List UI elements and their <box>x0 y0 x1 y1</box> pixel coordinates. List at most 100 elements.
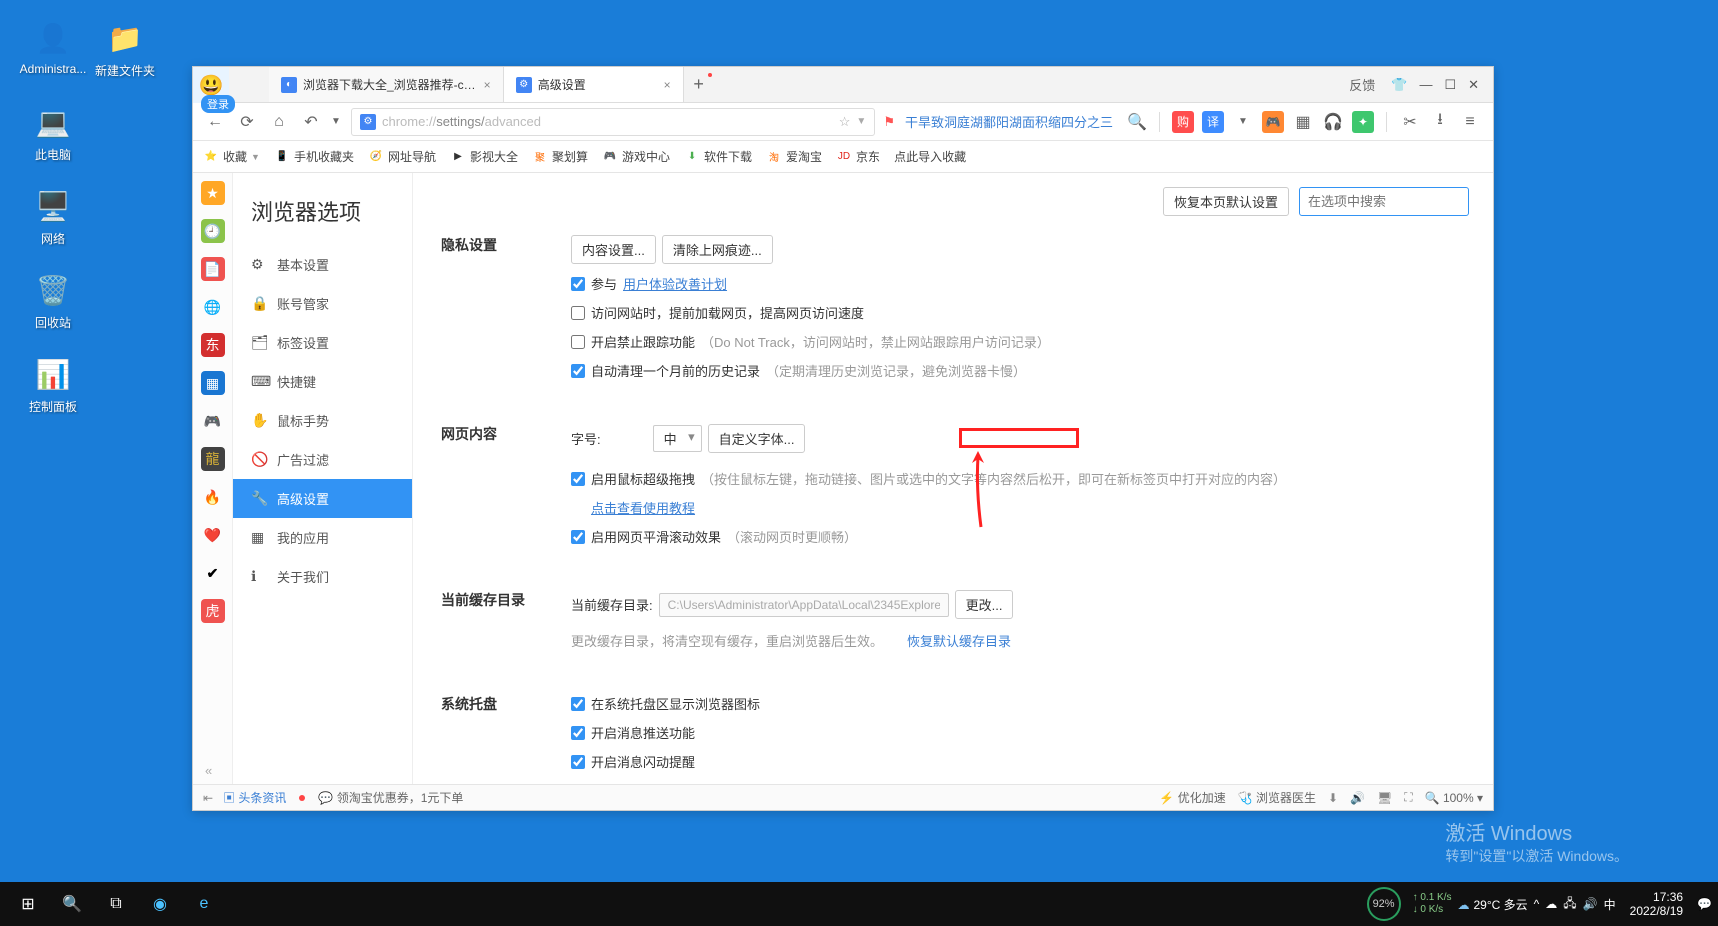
game-icon[interactable]: 🎮 <box>1262 111 1284 133</box>
weather-widget[interactable]: ☁29°C 多云 <box>1458 896 1528 913</box>
sidebar-item[interactable]: ℹ关于我们 <box>233 557 412 596</box>
custom-font-button[interactable]: 自定义字体... <box>708 424 806 453</box>
dropdown-icon[interactable]: ▼ <box>329 108 343 136</box>
sidebar-item[interactable]: 🚫广告过滤 <box>233 440 412 479</box>
tray-onedrive-icon[interactable]: ☁ <box>1545 897 1557 911</box>
strip-chrome-icon[interactable]: 🌐 <box>201 295 225 319</box>
strip-tiger-icon[interactable]: 虎 <box>201 599 225 623</box>
doctor-link[interactable]: 🩺 浏览器医生 <box>1238 789 1316 806</box>
tab-close-icon[interactable]: × <box>656 78 671 92</box>
taskbar-edge-icon[interactable]: e <box>182 882 226 926</box>
toggle-sidebar-icon[interactable]: ⇤ <box>203 791 213 805</box>
skin-icon[interactable]: 👕 <box>1391 77 1407 93</box>
tray-volume-icon[interactable]: 🔊 <box>1583 897 1598 911</box>
start-button[interactable]: ⊞ <box>6 882 50 926</box>
checkbox-ux-plan[interactable] <box>571 277 585 291</box>
content-settings-button[interactable]: 内容设置... <box>571 235 656 264</box>
sidebar-item[interactable]: ▦我的应用 <box>233 518 412 557</box>
tutorial-link[interactable]: 点击查看使用教程 <box>591 498 695 517</box>
tray-network-icon[interactable]: 🖧 <box>1563 894 1576 915</box>
checkbox-flash[interactable] <box>571 755 585 769</box>
news-headline-link[interactable]: 干旱致洞庭湖鄱阳湖面积缩四分之三 <box>899 112 1119 131</box>
cpu-gauge[interactable]: 92% <box>1367 887 1401 921</box>
sidebar-item[interactable]: 🔒账号管家 <box>233 284 412 323</box>
news-flag-icon[interactable]: ⚑ <box>883 114 895 130</box>
screenshot-icon[interactable]: ✂ <box>1399 111 1421 133</box>
taskbar-search-icon[interactable]: 🔍 <box>50 882 94 926</box>
checkbox-autoclear[interactable] <box>571 364 585 378</box>
bookmark-item[interactable]: JD京东 <box>836 148 880 165</box>
strip-dragon-icon[interactable]: 龍 <box>201 447 225 471</box>
checkbox-dnt[interactable] <box>571 335 585 349</box>
shopping-icon[interactable]: 购 <box>1172 111 1194 133</box>
collapse-strip-icon[interactable]: « <box>205 763 212 778</box>
browser-tab[interactable]: ⚙高级设置× <box>504 67 684 102</box>
apps-icon[interactable]: ▦ <box>1292 111 1314 133</box>
ux-plan-link[interactable]: 用户体验改善计划 <box>623 274 727 293</box>
close-button[interactable]: ✕ <box>1468 77 1479 93</box>
coupon-link[interactable]: 💬 领淘宝优惠券，1元下单 <box>318 789 463 806</box>
bookmark-item[interactable]: 🎮游戏中心 <box>602 148 670 165</box>
tab-close-icon[interactable]: × <box>476 78 491 92</box>
ime-indicator[interactable]: 中 <box>1604 896 1616 913</box>
strip-grid-icon[interactable]: ▦ <box>201 371 225 395</box>
volume-icon[interactable]: 🔊 <box>1350 791 1365 805</box>
strip-heart-icon[interactable]: ❤️ <box>201 523 225 547</box>
desktop-icon[interactable]: 🖥️网络 <box>18 186 88 247</box>
translate-icon[interactable]: 译 <box>1202 111 1224 133</box>
checkbox-super-drag[interactable] <box>571 472 585 486</box>
bookmark-item[interactable]: ⭐收藏 ▼ <box>203 148 260 165</box>
sidebar-item[interactable]: 🔧高级设置 <box>233 479 412 518</box>
new-tab-button[interactable]: + <box>684 67 714 102</box>
system-clock[interactable]: 17:36 2022/8/19 <box>1622 890 1691 918</box>
strip-clock-icon[interactable]: 🕘 <box>201 219 225 243</box>
desktop-icon[interactable]: 💻此电脑 <box>18 102 88 163</box>
search-options-input[interactable] <box>1299 187 1469 216</box>
bookmark-item[interactable]: 📱手机收藏夹 <box>274 148 354 165</box>
strip-favorites-icon[interactable]: ★ <box>201 181 225 205</box>
search-icon[interactable]: 🔍 <box>1123 108 1151 136</box>
bookmark-item[interactable]: ⬇软件下载 <box>684 148 752 165</box>
clear-browsing-button[interactable]: 清除上网痕迹... <box>662 235 773 264</box>
restore-cache-link[interactable]: 恢复默认缓存目录 <box>907 631 1011 650</box>
optimize-link[interactable]: ⚡ 优化加速 <box>1159 789 1225 806</box>
refresh-button[interactable]: ⟳ <box>233 108 261 136</box>
strip-game2-icon[interactable]: 🔥 <box>201 485 225 509</box>
checkbox-tray-icon[interactable] <box>571 697 585 711</box>
strip-doc-icon[interactable]: 📄 <box>201 257 225 281</box>
taskbar-app1-icon[interactable]: ◉ <box>138 882 182 926</box>
bookmark-item[interactable]: 淘爱淘宝 <box>766 148 822 165</box>
chevron-down-icon[interactable]: ▼ <box>856 116 866 127</box>
more-dropdown-icon[interactable]: ▼ <box>1232 111 1254 133</box>
checkbox-smooth-scroll[interactable] <box>571 530 585 544</box>
tray-chevron-icon[interactable]: ^ <box>1534 897 1540 911</box>
extension-icon[interactable]: ✦ <box>1352 111 1374 133</box>
desktop-icon[interactable]: 📊控制面板 <box>18 354 88 415</box>
sidebar-item[interactable]: ⌨快捷键 <box>233 362 412 401</box>
desktop-icon[interactable]: 👤Administra... <box>18 18 88 76</box>
browser-tab[interactable]: ◐浏览器下载大全_浏览器推荐-c…× <box>269 67 504 102</box>
download-icon[interactable]: ⭳ <box>1429 111 1451 133</box>
font-size-select[interactable]: 中 <box>653 425 702 452</box>
download-status-icon[interactable]: ⬇ <box>1328 791 1338 805</box>
notification-center-icon[interactable]: 💬 <box>1697 897 1712 911</box>
monitor-icon[interactable]: 🖥 <box>1377 791 1392 805</box>
maximize-button[interactable]: ☐ <box>1444 77 1456 93</box>
strip-nike-icon[interactable]: ✔ <box>201 561 225 585</box>
desktop-icon[interactable]: 🗑️回收站 <box>18 270 88 331</box>
checkbox-push[interactable] <box>571 726 585 740</box>
bookmark-item[interactable]: 聚聚划算 <box>532 148 588 165</box>
task-view-icon[interactable]: ⧉ <box>94 882 138 926</box>
bookmark-item[interactable]: 点此导入收藏 <box>894 148 966 165</box>
bookmark-item[interactable]: ▶影视大全 <box>450 148 518 165</box>
change-cache-button[interactable]: 更改... <box>955 590 1014 619</box>
headphone-icon[interactable]: 🎧 <box>1322 111 1344 133</box>
news-link[interactable]: ▣ 头条资讯 <box>223 789 286 806</box>
bookmark-item[interactable]: 🧭网址导航 <box>368 148 436 165</box>
restore-defaults-button[interactable]: 恢复本页默认设置 <box>1163 187 1289 216</box>
url-field[interactable]: ⚙ chrome://settings/advanced ☆ ▼ <box>351 108 875 136</box>
fullscreen-icon[interactable]: ⛶ <box>1404 790 1412 805</box>
desktop-icon[interactable]: 📁新建文件夹 <box>90 18 160 79</box>
checkbox-preload[interactable] <box>571 306 585 320</box>
sidebar-item[interactable]: 🗂标签设置 <box>233 323 412 362</box>
